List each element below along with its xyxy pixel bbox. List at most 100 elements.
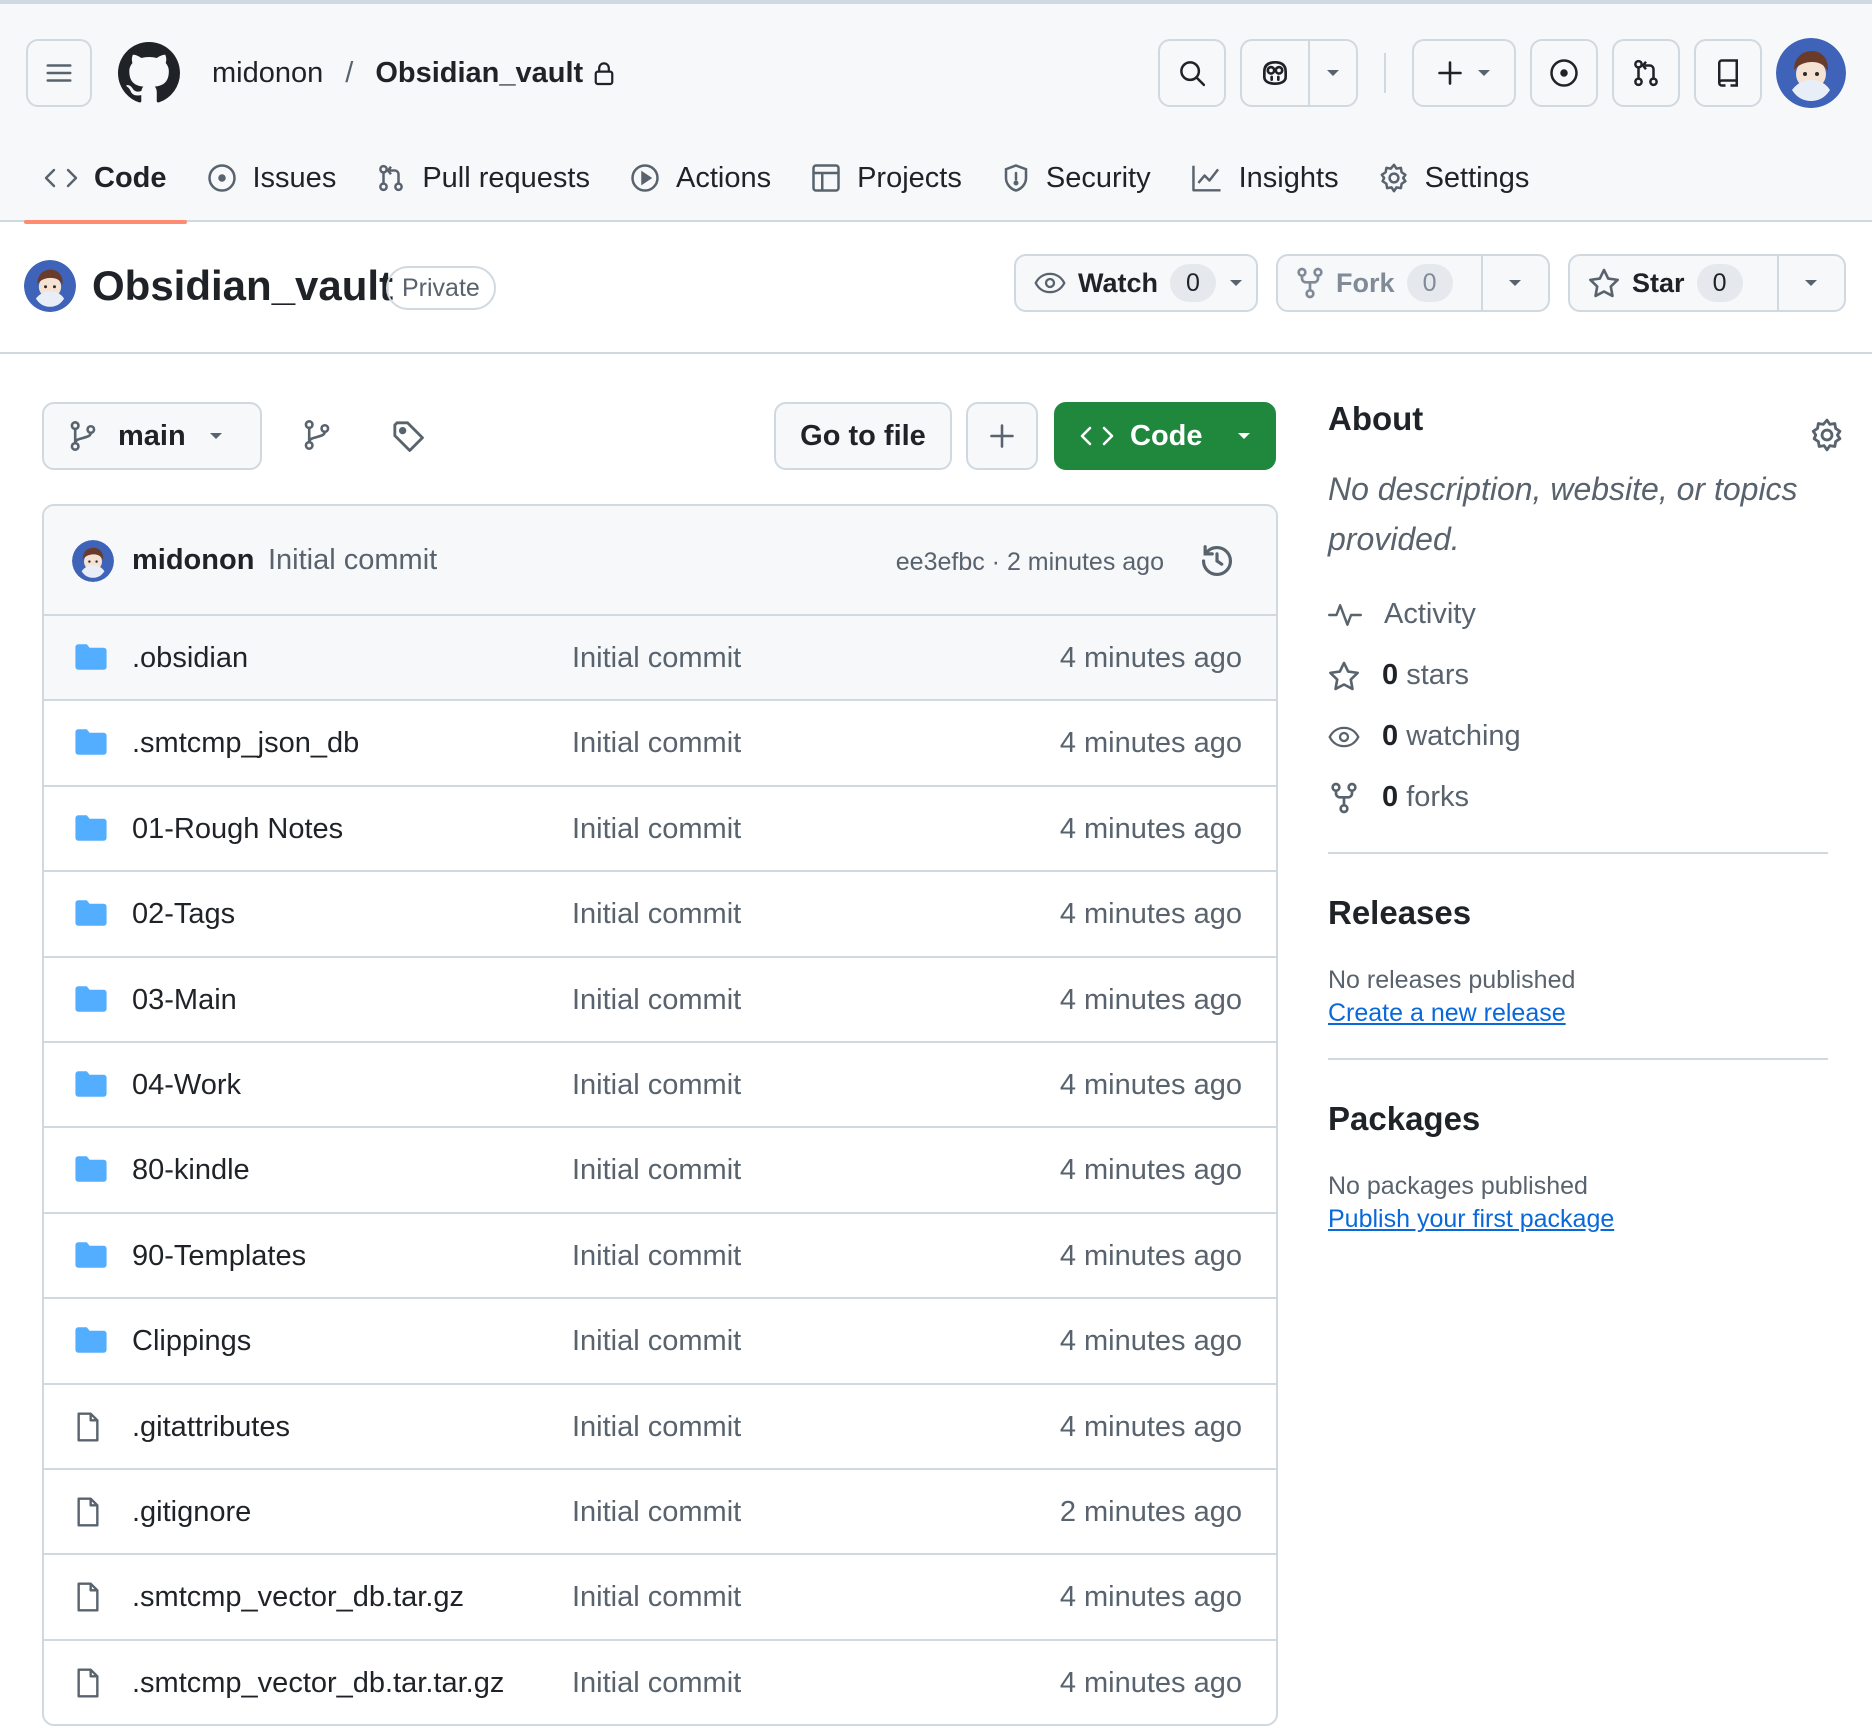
file-row[interactable]: 04-Work Initial commit 4 minutes ago	[44, 1043, 1276, 1129]
branches-button[interactable]	[304, 418, 330, 452]
tab-security[interactable]: Security	[982, 132, 1171, 224]
file-commit-message[interactable]: Initial commit	[572, 1325, 741, 1358]
copilot-menu-button[interactable]	[1310, 41, 1356, 105]
file-row[interactable]: .smtcmp_json_db Initial commit 4 minutes a…	[44, 701, 1276, 787]
issues-button[interactable]	[1530, 39, 1598, 107]
file-name-link[interactable]: .smtcmp_vector_db.tar.tar.gz	[132, 1667, 504, 1700]
publish-package-link[interactable]: Publish your first package	[1328, 1205, 1828, 1234]
create-new-button[interactable]	[1412, 39, 1516, 107]
file-name-link[interactable]: 01-Rough Notes	[132, 813, 343, 846]
file-row[interactable]: 90-Templates Initial commit 4 minutes ago	[44, 1214, 1276, 1300]
search-button[interactable]	[1158, 39, 1226, 107]
edit-about-button[interactable]	[1810, 418, 1844, 452]
file-row[interactable]: .smtcmp_vector_db.tar.gz Initial commit 4 …	[44, 1555, 1276, 1641]
tab-issues[interactable]: Issues	[187, 132, 357, 224]
file-commit-message[interactable]: Initial commit	[572, 1581, 741, 1614]
tab-settings[interactable]: Settings	[1359, 132, 1550, 224]
file-name-link[interactable]: .gitattributes	[132, 1411, 290, 1444]
watching-link[interactable]: 0 watching	[1328, 706, 1828, 767]
commit-history-button[interactable]	[1198, 542, 1236, 580]
file-commit-message[interactable]: Initial commit	[572, 642, 741, 675]
commit-meta[interactable]: ee3efbc · 2 minutes ago	[896, 548, 1164, 577]
file-row[interactable]: Clippings Initial commit 4 minutes ago	[44, 1299, 1276, 1385]
file-row[interactable]: .gitattributes Initial commit 4 minutes ag…	[44, 1385, 1276, 1470]
file-commit-message[interactable]: Initial commit	[572, 1069, 741, 1102]
branch-selector[interactable]: main	[42, 402, 262, 470]
fork-menu-button[interactable]	[1480, 256, 1548, 310]
releases-title[interactable]: Releases	[1328, 894, 1828, 932]
file-commit-message[interactable]: Initial commit	[572, 1240, 741, 1273]
file-icon	[77, 1497, 99, 1527]
fork-button[interactable]: Fork 0	[1278, 256, 1481, 310]
file-row[interactable]: .obsidian Initial commit 4 minutes ago	[44, 616, 1276, 702]
tab-pull-requests[interactable]: Pull requests	[356, 132, 610, 224]
tab-label: Insights	[1238, 161, 1339, 194]
go-to-file-button[interactable]: Go to file	[774, 402, 952, 470]
file-name-link[interactable]: 03-Main	[132, 984, 237, 1017]
file-name-link[interactable]: .smtcmp_vector_db.tar.gz	[132, 1581, 464, 1614]
code-clone-button[interactable]: Code	[1054, 402, 1276, 470]
create-release-link[interactable]: Create a new release	[1328, 999, 1828, 1028]
file-commit-message[interactable]: Initial commit	[572, 1496, 741, 1529]
file-row[interactable]: 02-Tags Initial commit 4 minutes ago	[44, 872, 1276, 958]
file-name-link[interactable]: .smtcmp_json_db	[132, 727, 359, 760]
file-row[interactable]: 03-Main Initial commit 4 minutes ago	[44, 958, 1276, 1043]
file-name-link[interactable]: .obsidian	[132, 642, 248, 675]
sidebar-divider	[1328, 852, 1828, 854]
file-name-link[interactable]: 80-kindle	[132, 1154, 250, 1187]
watch-button-group: Watch 0	[1014, 254, 1258, 312]
file-commit-age: 4 minutes ago	[1059, 1068, 1242, 1101]
tab-actions[interactable]: Actions	[610, 132, 791, 224]
code-button-label: Code	[1130, 419, 1203, 452]
packages-title[interactable]: Packages	[1328, 1100, 1828, 1138]
breadcrumb-repo[interactable]: Obsidian_vault	[375, 57, 583, 90]
add-file-button[interactable]	[966, 402, 1038, 470]
tab-code[interactable]: Code	[24, 132, 187, 224]
repositories-button[interactable]	[1694, 39, 1762, 107]
folder-icon	[75, 644, 107, 670]
repo-title[interactable]: Obsidian_vault	[92, 262, 393, 310]
file-commit-message[interactable]: Initial commit	[572, 898, 741, 931]
stars-link[interactable]: 0 stars	[1328, 645, 1828, 706]
branch-name: main	[118, 419, 186, 452]
breadcrumb-owner[interactable]: midonon	[212, 57, 323, 90]
commit-message[interactable]: Initial commit	[268, 544, 437, 577]
commit-author[interactable]: midonon	[132, 544, 254, 577]
file-commit-message[interactable]: Initial commit	[572, 727, 741, 760]
file-icon	[77, 1582, 99, 1612]
commit-author-avatar[interactable]	[72, 540, 114, 582]
file-name-link[interactable]: Clippings	[132, 1325, 251, 1358]
file-commit-message[interactable]: Initial commit	[572, 1154, 741, 1187]
file-commit-message[interactable]: Initial commit	[572, 1667, 741, 1700]
user-avatar[interactable]	[1776, 38, 1846, 108]
file-name-link[interactable]: 02-Tags	[132, 898, 235, 931]
activity-link[interactable]: Activity	[1328, 584, 1828, 645]
star-button[interactable]: Star 0	[1570, 256, 1777, 310]
forks-link[interactable]: 0 forks	[1328, 767, 1828, 828]
menu-button[interactable]	[26, 39, 92, 107]
owner-avatar[interactable]	[24, 260, 76, 312]
repo-icon	[1718, 59, 1738, 87]
breadcrumb-separator: /	[345, 56, 354, 89]
pull-requests-button[interactable]	[1612, 39, 1680, 107]
github-logo[interactable]	[118, 42, 180, 104]
tab-insights[interactable]: Insights	[1171, 132, 1359, 224]
star-icon	[1589, 268, 1619, 298]
file-row[interactable]: .gitignore Initial commit 2 minutes ago	[44, 1470, 1276, 1556]
file-name-link[interactable]: .gitignore	[132, 1496, 251, 1529]
file-name-link[interactable]: 90-Templates	[132, 1240, 306, 1273]
watch-button[interactable]: Watch 0	[1016, 256, 1258, 310]
tags-button[interactable]	[392, 420, 426, 454]
file-commit-message[interactable]: Initial commit	[572, 813, 741, 846]
copilot-button[interactable]	[1242, 41, 1310, 105]
eye-icon	[1034, 272, 1066, 294]
file-row[interactable]: 01-Rough Notes Initial commit 4 minutes ag…	[44, 787, 1276, 873]
file-row[interactable]: .smtcmp_vector_db.tar.tar.gz Initial comm…	[44, 1641, 1276, 1724]
tab-projects[interactable]: Projects	[791, 132, 982, 224]
file-row[interactable]: 80-kindle Initial commit 4 minutes ago	[44, 1128, 1276, 1214]
file-commit-message[interactable]: Initial commit	[572, 1411, 741, 1444]
file-commit-message[interactable]: Initial commit	[572, 984, 741, 1017]
star-lists-button[interactable]	[1776, 256, 1844, 310]
file-name-link[interactable]: 04-Work	[132, 1069, 241, 1102]
file-commit-age: 4 minutes ago	[1059, 983, 1242, 1016]
